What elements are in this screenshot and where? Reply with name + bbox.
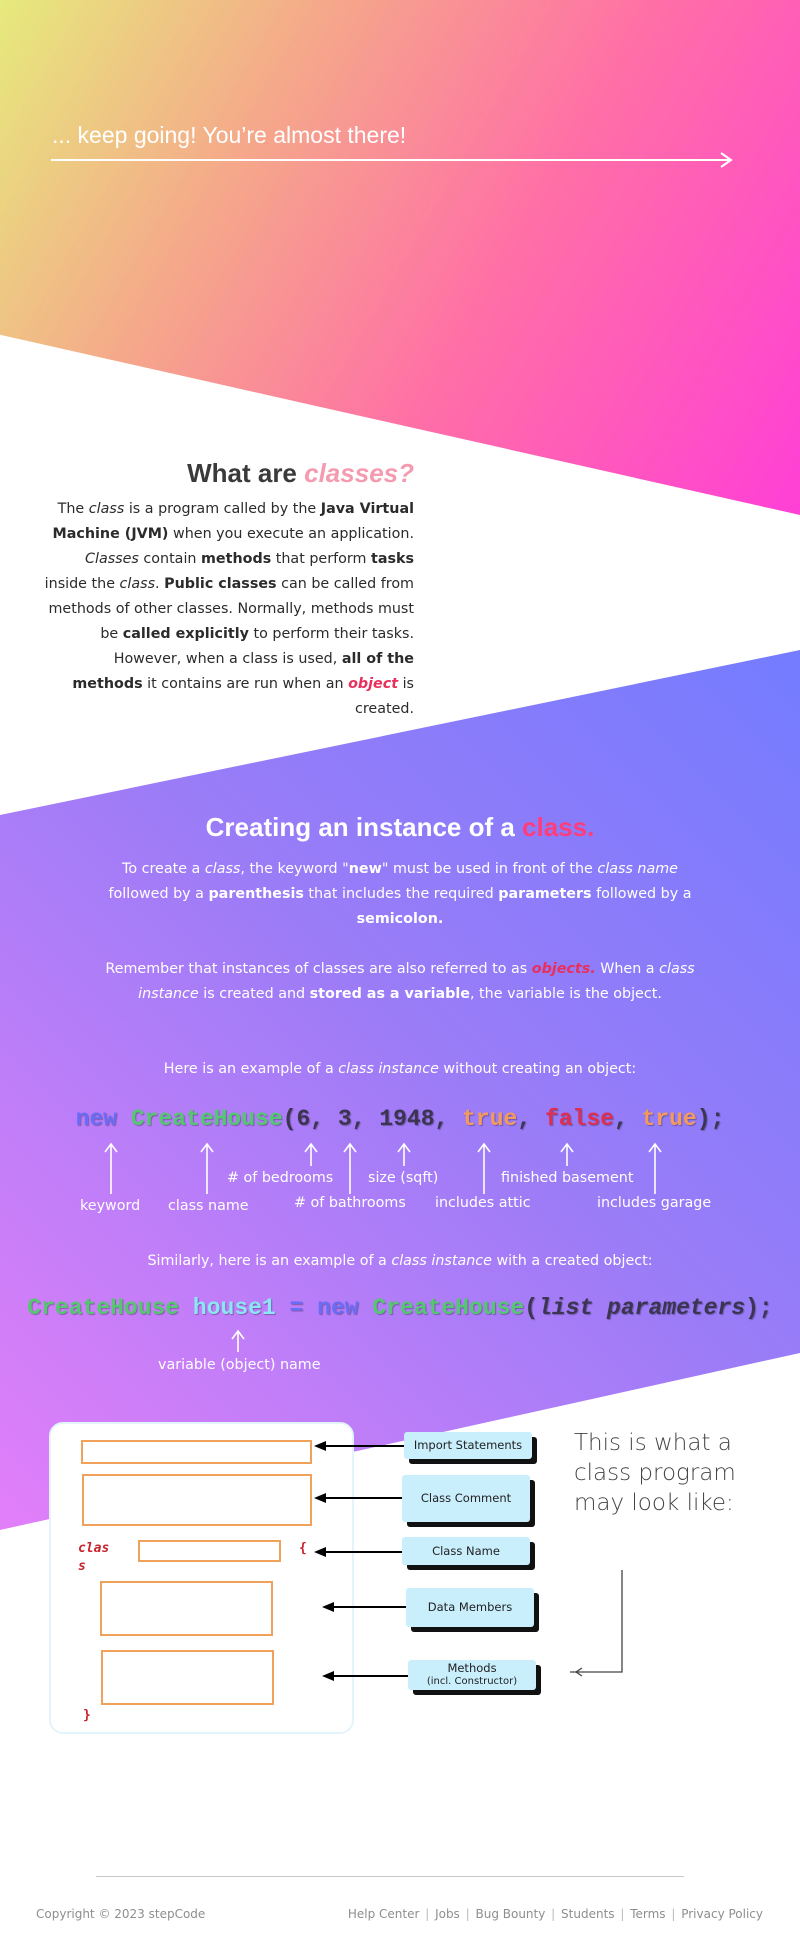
right-arrow-icon	[51, 152, 733, 168]
section-title: What are classes?	[187, 458, 414, 488]
methods-box	[101, 1650, 274, 1705]
attic-label: includes attic	[435, 1195, 531, 1211]
section-title: Creating an instance of a class.	[205, 812, 595, 842]
classes-description: The class is a program called by the Jav…	[44, 501, 414, 717]
class-name-box	[138, 1540, 281, 1562]
footer-link-jobs[interactable]: Jobs	[435, 1907, 460, 1921]
garage-label: includes garage	[597, 1195, 712, 1211]
basement-label: finished basement	[501, 1170, 634, 1186]
up-arrow-icon	[231, 1329, 245, 1352]
methods-callout: Methods (incl. Constructor)	[408, 1660, 536, 1690]
class-name-label: class name	[168, 1198, 249, 1214]
hero-gradient-background	[0, 0, 800, 515]
data-members-box	[100, 1581, 273, 1636]
class-name-callout: Class Name	[402, 1537, 530, 1565]
import-box	[81, 1440, 312, 1464]
class-keyword: clas	[78, 1541, 110, 1556]
parameter-arrows	[104, 1142, 662, 1194]
objects-explanation: Remember that instances of classes are a…	[105, 961, 695, 1002]
comment-box	[82, 1474, 312, 1526]
keyword-label: keyword	[80, 1198, 141, 1214]
footer-divider	[96, 1876, 684, 1877]
code-example-instance: new CreateHouse(6, 3, 1948, true, false,…	[75, 1106, 725, 1132]
import-statements-callout: Import Statements	[404, 1432, 532, 1459]
instance-instructions: To create a class, the keyword "new" mus…	[108, 861, 692, 927]
footer-link-help-center[interactable]: Help Center	[348, 1907, 420, 1921]
hero-message: ... keep going! You’re almost there!	[52, 122, 407, 148]
diagram-caption: This is what a class program may look li…	[574, 1430, 736, 1516]
footer-link-terms[interactable]: Terms	[630, 1907, 665, 1921]
copyright: Copyright © 2023 stepCode	[36, 1907, 206, 1921]
footer-link-privacy-policy[interactable]: Privacy Policy	[681, 1907, 763, 1921]
footer-link-students[interactable]: Students	[561, 1907, 615, 1921]
class-keyword-wrap: s	[78, 1559, 86, 1574]
data-members-callout: Data Members	[406, 1588, 534, 1627]
class-comment-callout: Class Comment	[402, 1475, 530, 1522]
footer-link-bug-bounty[interactable]: Bug Bounty	[475, 1907, 545, 1921]
left-arrow-icon	[570, 1570, 623, 1677]
close-brace: }	[83, 1708, 91, 1723]
classes-intro-section: What are classes? The class is a program…	[40, 458, 414, 722]
footer-links: Help Center | Jobs | Bug Bounty | Studen…	[347, 1907, 763, 1921]
object-example-intro: Similarly, here is an example of a class…	[147, 1253, 653, 1269]
bedrooms-label: # of bedrooms	[227, 1170, 334, 1186]
bathrooms-label: # of bathrooms	[294, 1195, 406, 1211]
example-intro: Here is an example of a class instance w…	[163, 1061, 637, 1077]
section-gradient-background	[0, 650, 800, 1530]
code-example-object: CreateHouse house1 = new CreateHouse(lis…	[27, 1295, 773, 1321]
variable-name-label: variable (object) name	[158, 1357, 321, 1373]
size-label: size (sqft)	[368, 1170, 439, 1186]
